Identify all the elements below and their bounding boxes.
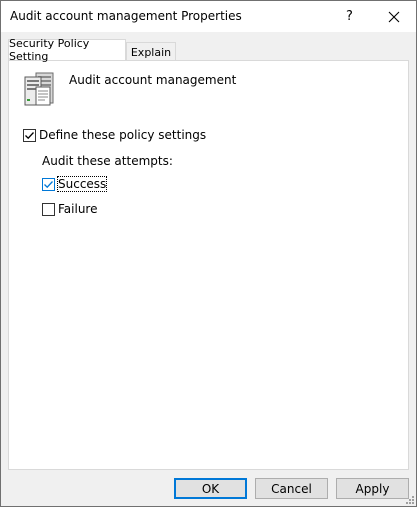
tab-label: Explain xyxy=(130,45,172,59)
failure-label: Failure xyxy=(58,202,98,216)
checkmark-icon xyxy=(44,180,53,188)
success-checkbox[interactable] xyxy=(42,177,55,191)
policy-name: Audit account management xyxy=(69,73,237,87)
checkmark-icon xyxy=(25,131,34,139)
apply-button[interactable]: Apply xyxy=(336,478,409,499)
properties-dialog: Audit account management Properties ? Se… xyxy=(0,0,417,507)
success-label: Success xyxy=(56,176,108,192)
define-settings-checkbox[interactable] xyxy=(23,128,36,142)
tab-label: Security Policy Setting xyxy=(9,37,90,63)
resize-grip-icon[interactable] xyxy=(404,494,414,504)
tab-explain[interactable]: Explain xyxy=(126,42,176,61)
audit-attempts-label: Audit these attempts: xyxy=(42,154,173,168)
failure-checkbox-row[interactable]: Failure xyxy=(42,202,97,216)
help-button[interactable]: ? xyxy=(327,1,372,32)
cancel-button[interactable]: Cancel xyxy=(255,478,328,499)
success-checkbox-row[interactable]: Success xyxy=(42,176,108,192)
tab-strip: Security Policy Setting Explain xyxy=(8,37,408,63)
tab-security-policy-setting[interactable]: Security Policy Setting xyxy=(8,37,126,63)
title-bar: Audit account management Properties ? xyxy=(1,1,416,32)
failure-checkbox[interactable] xyxy=(42,202,55,216)
define-settings-checkbox-row[interactable]: Define these policy settings xyxy=(23,128,206,142)
close-icon xyxy=(388,11,399,22)
close-button[interactable] xyxy=(371,1,416,32)
window-title: Audit account management Properties xyxy=(10,9,242,23)
define-settings-label: Define these policy settings xyxy=(39,128,207,142)
tab-panel: Audit account management Define these po… xyxy=(8,60,409,470)
help-icon: ? xyxy=(346,9,353,24)
server-policy-icon xyxy=(24,72,54,106)
ok-button[interactable]: OK xyxy=(174,478,247,499)
